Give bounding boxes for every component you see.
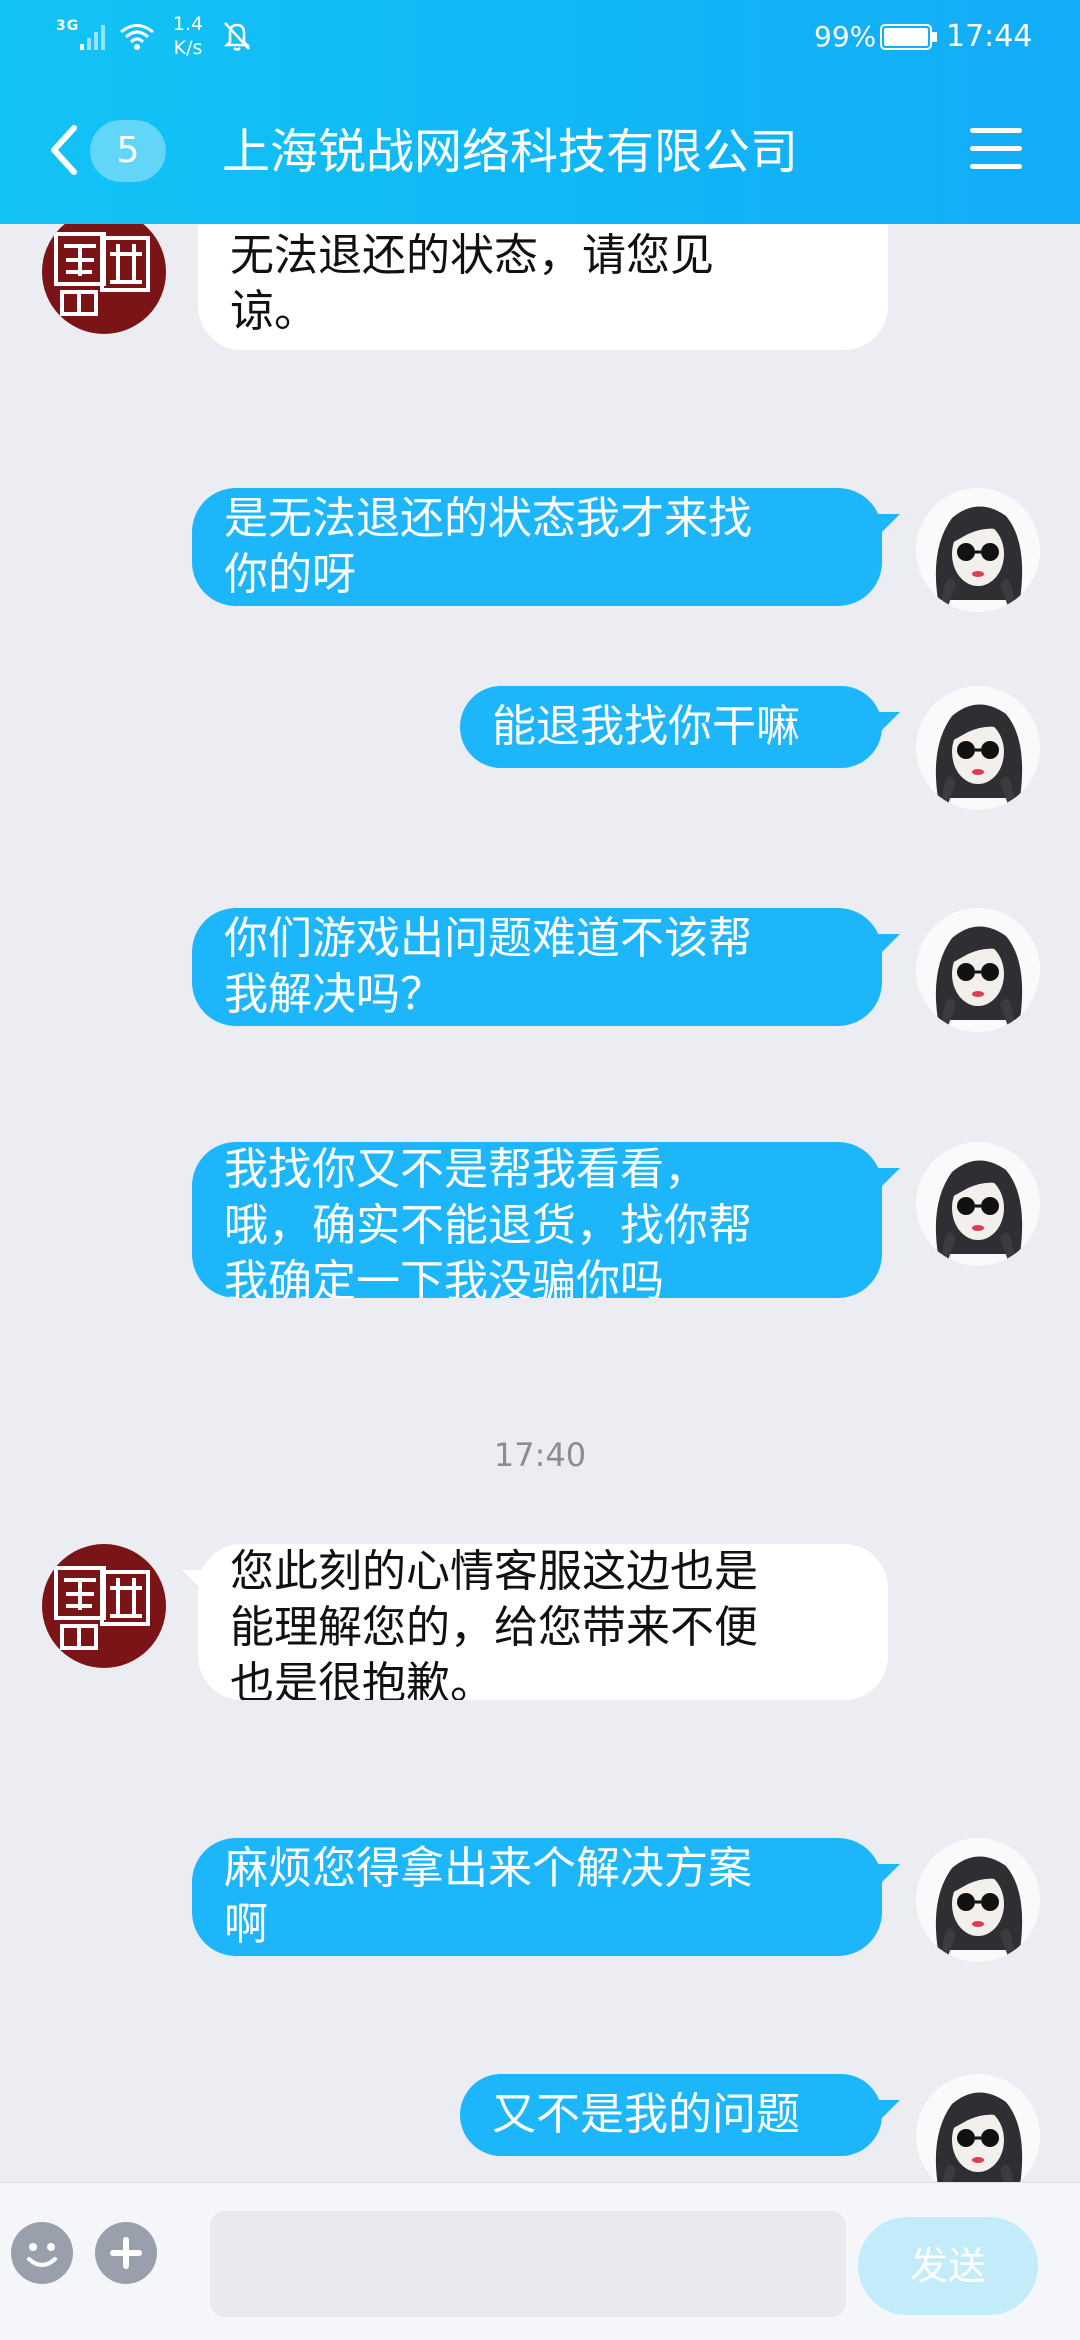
user-avatar[interactable] (916, 908, 1040, 1032)
shop-logo-icon (54, 1566, 150, 1650)
chat-title: 上海锐战网络科技有限公司 (222, 124, 799, 180)
user-avatar-icon (935, 506, 1023, 612)
send-button[interactable]: 发送 (858, 2217, 1038, 2315)
unread-badge[interactable]: 5 (90, 120, 166, 182)
message-list[interactable]: 17:40 您好，这边查询下来确实是无法退还的状态，请您见谅。是无法退还的状态我… (0, 224, 1080, 2182)
user-avatar[interactable] (916, 686, 1040, 810)
battery-icon (880, 24, 937, 50)
message-bubble[interactable]: 麻烦您得拿出来个解决方案啊 (192, 1838, 882, 1956)
agent-avatar[interactable] (42, 224, 166, 334)
user-avatar[interactable] (916, 1838, 1040, 1962)
user-avatar-icon (935, 2092, 1023, 2182)
user-avatar[interactable] (916, 2074, 1040, 2182)
emoji-icon[interactable] (10, 2221, 74, 2285)
message-line: 我解决吗？ (224, 969, 444, 1020)
message-bubble[interactable]: 能退我找你干嘛 (460, 686, 882, 768)
message-bubble[interactable]: 又不是我的问题 (460, 2074, 882, 2156)
speed-unit: K/s (173, 37, 203, 59)
back-arrow-icon[interactable] (44, 120, 84, 180)
message-line: 是无法退还的状态我才来找 (224, 493, 752, 544)
user-avatar[interactable] (916, 1142, 1040, 1266)
message-input[interactable] (210, 2211, 846, 2317)
message-line: 我找你又不是帮我看看， (224, 1144, 708, 1195)
message-line: 也是很抱歉。 (230, 1658, 494, 1700)
message-line: 谅。 (230, 286, 318, 337)
message-line: 我确定一下我没骗你吗 (224, 1256, 664, 1298)
menu-icon[interactable] (968, 124, 1024, 174)
message-line: 麻烦您得拿出来个解决方案 (224, 1843, 752, 1894)
message-line: 你的呀 (224, 549, 356, 600)
message-bubble[interactable]: 您好，这边查询下来确实是无法退还的状态，请您见谅。 (198, 224, 888, 350)
chat-screen: 3G 1.4 K/s 99% 17:44 5 上海锐战网络科技有限公司 17:4… (0, 0, 1080, 2340)
network-speed: 1.4 K/s (168, 12, 208, 60)
user-avatar-icon (935, 704, 1023, 810)
message-bubble[interactable]: 我找你又不是帮我看看， 哦，确实不能退货，找你帮我确定一下我没骗你吗 (192, 1142, 882, 1298)
message-line: 您此刻的心情客服这边也是 (230, 1546, 758, 1597)
input-bar: 发送 (0, 2182, 1080, 2340)
speed-value: 1.4 (172, 13, 204, 35)
message-line: 你们游戏出问题难道不该帮 (224, 913, 752, 964)
user-avatar[interactable] (916, 488, 1040, 612)
message-bubble[interactable]: 您此刻的心情客服这边也是 能理解您的，给您带来不便也是很抱歉。 (198, 1544, 888, 1700)
user-avatar-icon (935, 1160, 1023, 1266)
battery-percent: 99% (814, 20, 877, 53)
message-line: 啊 (224, 1899, 268, 1950)
message-line: 又不是我的问题 (492, 2089, 800, 2140)
wifi-icon (120, 24, 154, 50)
message-line: 无法退还的状态，请您见 (230, 230, 714, 281)
message-bubble[interactable]: 是无法退还的状态我才来找 你的呀 (192, 488, 882, 606)
signal-icon (80, 25, 105, 50)
message-timestamp: 17:40 (493, 1436, 587, 1474)
app-header: 3G 1.4 K/s 99% 17:44 5 上海锐战网络科技有限公司 (0, 0, 1080, 224)
mute-bell-icon (223, 22, 251, 51)
plus-icon[interactable] (94, 2221, 158, 2285)
status-bar: 3G 1.4 K/s 99% 17:44 (0, 0, 1080, 72)
message-line: 能理解您的，给您带来不便 (230, 1602, 758, 1653)
shop-logo-icon (54, 232, 150, 316)
message-line: 哦，确实不能退货，找你帮 (224, 1200, 752, 1251)
user-avatar-icon (935, 1856, 1023, 1962)
message-bubble[interactable]: 你们游戏出问题难道不该帮 我解决吗？ (192, 908, 882, 1026)
message-line: 能退我找你干嘛 (492, 701, 800, 752)
user-avatar-icon (935, 926, 1023, 1032)
network-type: 3G (56, 18, 80, 34)
agent-avatar[interactable] (42, 1544, 166, 1668)
clock: 17:44 (946, 19, 1033, 54)
